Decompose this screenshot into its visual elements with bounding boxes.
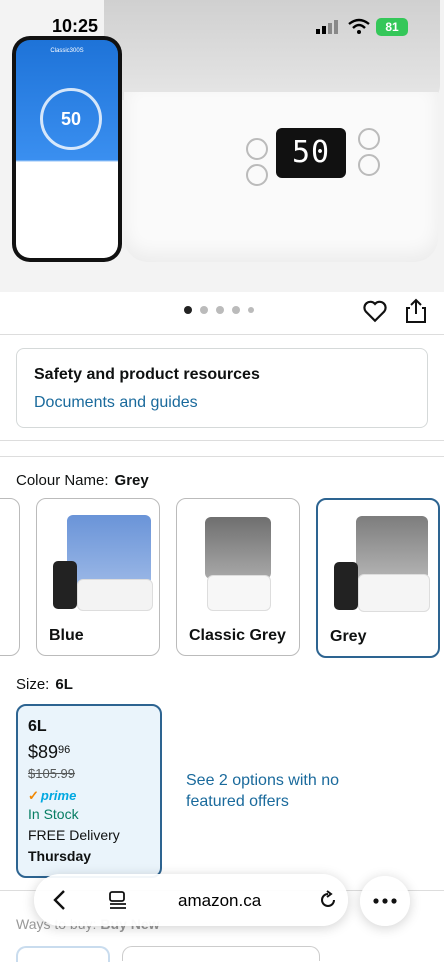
swatch-label: Blue — [49, 627, 84, 644]
reader-icon[interactable] — [108, 890, 128, 910]
phone-thumb-image — [334, 562, 358, 610]
section-divider — [0, 456, 444, 457]
swatch-label: Grey — [330, 628, 367, 645]
grey-base-image — [207, 575, 271, 611]
documents-link[interactable]: Documents and guides — [34, 394, 198, 412]
colour-label: Colour Name: Grey — [16, 472, 149, 489]
delivery-day: Thursday — [28, 848, 92, 864]
see-options-link[interactable]: See 2 options with no featured offers — [186, 770, 346, 812]
moon-button-icon — [246, 138, 268, 160]
colour-swatch-classic-grey[interactable]: Classic Grey — [176, 498, 300, 656]
colour-label-text: Colour Name: — [16, 472, 109, 489]
resources-title: Safety and product resources — [34, 366, 260, 383]
colour-swatch-blue[interactable]: Blue — [36, 498, 160, 656]
resources-card[interactable] — [16, 348, 428, 428]
prime-check-icon: ✓ — [28, 788, 39, 803]
section-divider — [0, 334, 444, 335]
battery-indicator: 81 — [376, 18, 408, 36]
carousel-dot[interactable] — [248, 307, 254, 313]
carousel-dot[interactable] — [232, 306, 240, 314]
carousel-dots[interactable] — [184, 306, 254, 314]
size-label: Size: 6L — [16, 676, 73, 693]
drop-button-icon — [246, 164, 268, 186]
mist-button-icon — [358, 128, 380, 150]
signal-icon — [316, 20, 338, 34]
carousel-dot[interactable] — [184, 306, 192, 314]
colour-swatch-partial[interactable] — [0, 498, 20, 656]
reload-icon[interactable] — [318, 890, 338, 910]
colour-swatch-grey[interactable]: Grey — [316, 498, 440, 658]
prime-label: prime — [40, 788, 77, 803]
delivery-text: FREE Delivery — [28, 827, 120, 843]
blue-tank-image — [67, 515, 151, 585]
grey-tank-image — [205, 517, 271, 579]
prime-badge: ✓ prime — [28, 788, 76, 804]
colour-selected-value: Grey — [114, 472, 149, 489]
back-icon[interactable] — [50, 889, 70, 911]
carousel-dot[interactable] — [216, 306, 224, 314]
price-whole: $89 — [28, 742, 59, 762]
app-humidity-dial: 50 — [40, 88, 102, 150]
share-icon[interactable] — [404, 298, 428, 324]
list-price: $105.99 — [28, 766, 75, 781]
more-icon[interactable] — [372, 897, 398, 905]
grey-base-image — [358, 574, 430, 612]
power-button-icon — [358, 154, 380, 176]
status-time: 10:25 — [52, 16, 99, 36]
grey-tank-image — [356, 516, 428, 580]
app-title: Classic300S — [50, 48, 84, 54]
url-text[interactable]: amazon.ca — [178, 891, 261, 911]
size-selected-value: 6L — [55, 676, 73, 693]
price: $8996 — [28, 742, 70, 763]
price-cents: 96 — [58, 744, 71, 756]
size-label-text: Size: — [16, 676, 50, 693]
blue-base-image — [77, 579, 153, 611]
heart-icon[interactable] — [362, 298, 388, 324]
buy-option-tab[interactable] — [122, 946, 320, 961]
carousel-dot[interactable] — [200, 306, 208, 314]
phone-thumb-image — [53, 561, 77, 609]
wifi-icon — [348, 18, 370, 34]
stock-status: In Stock — [28, 806, 79, 822]
section-divider — [0, 440, 444, 441]
size-option-name: 6L — [28, 718, 47, 735]
humidifier-display: 50 — [276, 128, 346, 178]
humidifier-tank — [104, 0, 440, 100]
product-image-carousel[interactable]: 50 Classic300S 50 — [0, 0, 444, 292]
swatch-label: Classic Grey — [189, 627, 286, 644]
